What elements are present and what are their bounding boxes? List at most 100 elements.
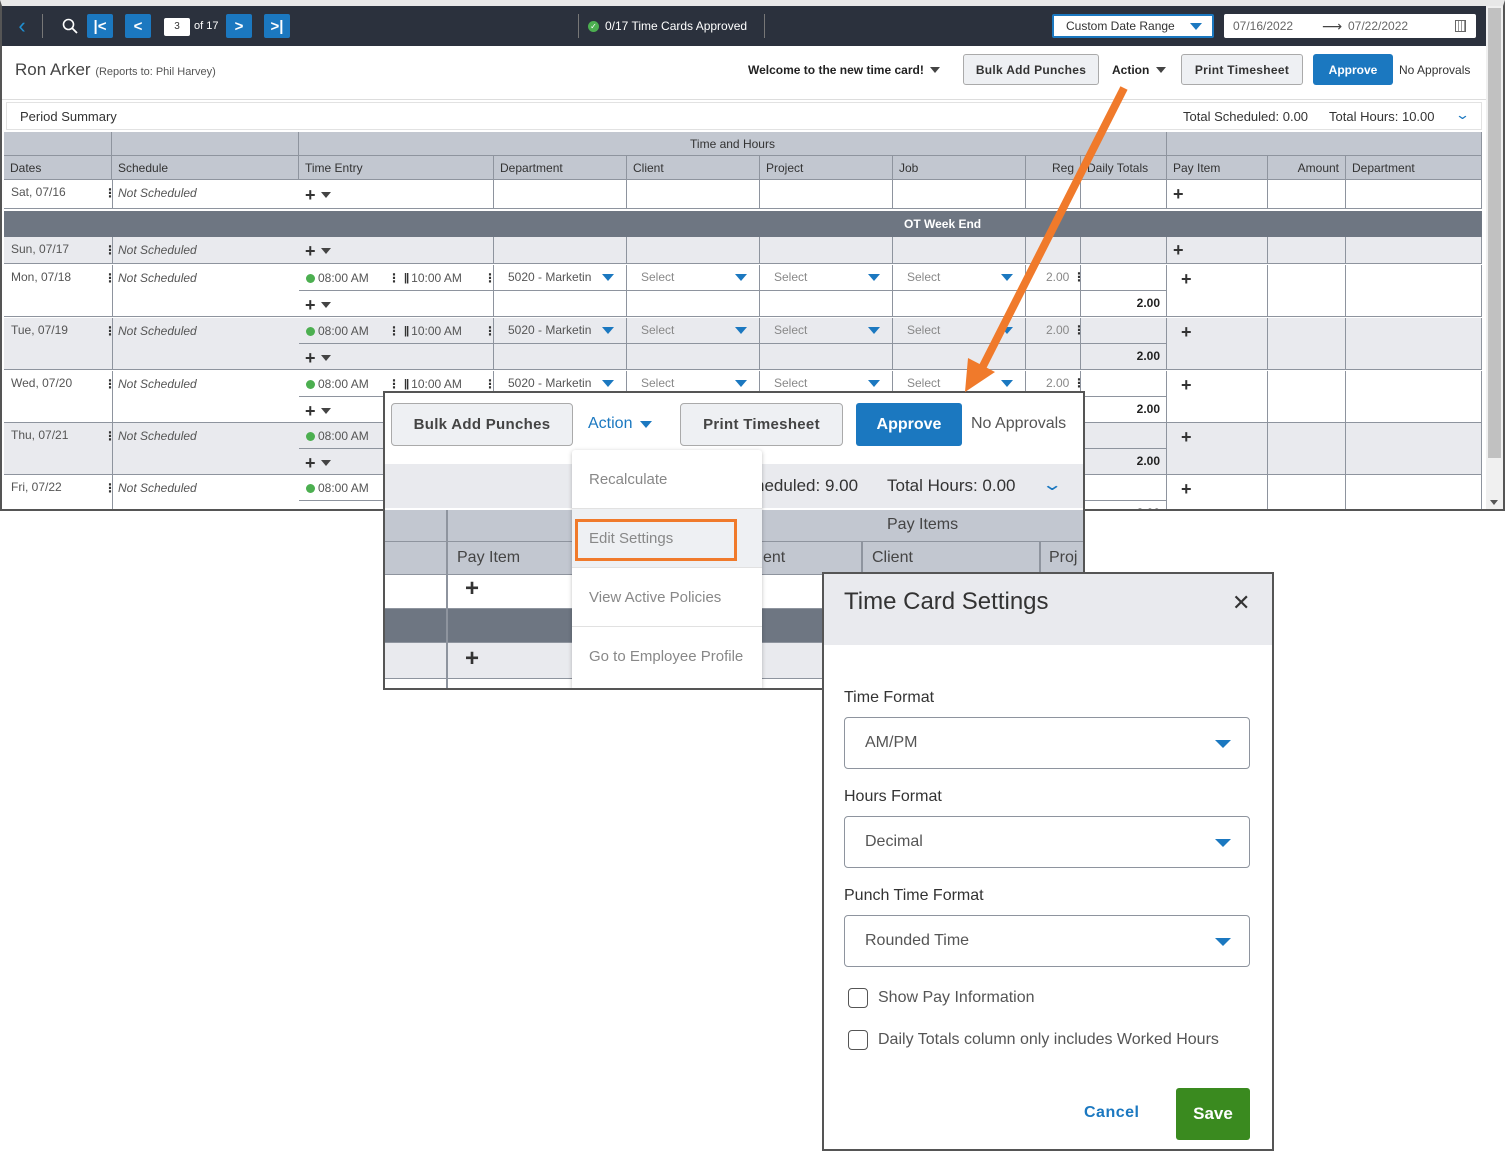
vertical-scrollbar[interactable] [1486,6,1503,509]
chevron-down-icon [1215,938,1231,946]
grid-group-header: Time and Hours [4,132,1482,156]
bulk-add-punches-button[interactable]: Bulk Add Punches [963,54,1099,85]
date-range-input[interactable]: 07/16/2022 ⟶ 07/22/2022 [1224,14,1476,38]
next-page-button[interactable]: > [226,14,252,38]
add-pay-item-button[interactable]: + [1181,376,1192,394]
client-select[interactable]: Select [641,376,674,390]
bulk-add-punches-button[interactable]: Bulk Add Punches [391,403,573,446]
department-select[interactable]: 5020 - Marketin [508,376,591,390]
reg-hours: 2.00 [1046,323,1070,337]
chevron-down-icon[interactable] [1001,327,1013,334]
add-pay-item-button[interactable]: + [1181,270,1192,288]
chevron-down-icon[interactable] [735,327,747,334]
table-row: Tue, 07/19 ⋮ Not Scheduled 08:00 AM ⋮ ||… [4,318,1482,370]
project-select[interactable]: Select [774,323,807,337]
col-reg[interactable]: Reg [1026,156,1081,179]
date-range-select[interactable]: Custom Date Range [1052,14,1214,38]
chevron-down-icon[interactable] [868,274,880,281]
department-select[interactable]: 5020 - Marketin [508,270,591,284]
chevron-down-icon[interactable] [602,274,614,281]
time-format-select[interactable]: AM/PM [844,717,1250,769]
hours-format-select[interactable]: Decimal [844,816,1250,868]
action-dropdown[interactable]: Action [1112,63,1167,77]
more-options-icon[interactable]: ⋮ [104,271,116,285]
add-pay-item-button[interactable]: + [1181,323,1192,341]
chevron-down-icon[interactable] [1001,274,1013,281]
col-daily-totals[interactable]: Daily Totals [1081,156,1167,179]
add-punch-button[interactable]: + [305,186,331,204]
add-pay-item-button[interactable]: + [465,575,479,603]
col-pay-department[interactable]: Department [1346,156,1482,179]
first-page-button[interactable]: |< [87,14,113,38]
more-options-icon[interactable]: ⋮ [1073,376,1080,390]
more-options-icon[interactable]: ⋮ [1073,270,1080,284]
chevron-down-icon[interactable] [868,327,880,334]
menu-item-employee-profile[interactable]: Go to Employee Profile [572,627,762,686]
prev-page-button[interactable]: < [125,14,151,38]
department-select[interactable]: 5020 - Marketin [508,323,591,337]
col-amount[interactable]: Amount [1268,156,1346,179]
more-options-icon[interactable]: ⋮ [104,481,116,495]
print-timesheet-button[interactable]: Print Timesheet [1181,54,1303,85]
checkbox[interactable] [848,988,868,1008]
checkbox[interactable] [848,1030,868,1050]
back-chevron-icon[interactable]: ‹ [10,13,34,38]
action-dropdown[interactable]: Action [588,415,653,433]
scrollbar-thumb[interactable] [1488,8,1501,458]
add-pay-item-button[interactable]: + [1181,428,1192,446]
client-select[interactable]: Select [641,323,674,337]
client-select[interactable]: Select [641,270,674,284]
add-pay-item-button[interactable]: + [1181,480,1192,498]
col-project[interactable]: Project [760,156,893,179]
col-client[interactable]: Client [627,156,760,179]
expand-chevron-icon[interactable]: ⌄ [1041,475,1062,495]
col-dates[interactable]: Dates [4,156,112,179]
close-icon[interactable]: ✕ [1232,590,1250,616]
chevron-down-icon[interactable] [602,380,614,387]
page-number-input[interactable]: 3 [164,18,190,36]
project-select[interactable]: Select [774,376,807,390]
scroll-down-icon[interactable] [1490,500,1498,505]
last-page-button[interactable]: >| [264,14,290,38]
job-select[interactable]: Select [907,376,940,390]
more-options-icon[interactable]: ⋮ [104,243,116,257]
col-job[interactable]: Job [893,156,1026,179]
welcome-dropdown[interactable]: Welcome to the new time card! [748,63,940,77]
daily-totals-worked-hours-checkbox[interactable]: Daily Totals column only includes Worked… [848,1030,1219,1050]
job-select[interactable]: Select [907,323,940,337]
chevron-down-icon[interactable] [1001,380,1013,387]
project-select[interactable]: Select [774,270,807,284]
col-pay-item[interactable]: Pay Item [1167,156,1268,179]
approve-button[interactable]: Approve [856,403,962,446]
period-summary-bar[interactable]: Period Summary Total Scheduled: 0.00 Tot… [6,102,1482,130]
more-options-icon[interactable]: ⋮ [104,186,116,200]
menu-item-recalculate[interactable]: Recalculate [572,450,762,509]
add-pay-item-button[interactable]: + [1173,185,1184,203]
add-punch-button[interactable]: + [305,242,331,260]
chevron-down-icon[interactable] [735,274,747,281]
welcome-text: Welcome to the new time card! [748,63,924,77]
more-options-icon[interactable]: ⋮ [104,429,116,443]
col-time-entry[interactable]: Time Entry [299,156,494,179]
add-pay-item-button[interactable]: + [465,645,479,673]
chevron-down-icon[interactable] [735,380,747,387]
show-pay-information-checkbox[interactable]: Show Pay Information [848,988,1035,1008]
job-select[interactable]: Select [907,270,940,284]
approve-button[interactable]: Approve [1313,54,1393,85]
save-button[interactable]: Save [1176,1088,1250,1140]
calendar-icon[interactable] [1455,20,1466,32]
print-timesheet-button[interactable]: Print Timesheet [680,403,843,446]
add-pay-item-button[interactable]: + [1173,241,1184,259]
more-options-icon[interactable]: ⋮ [104,324,116,338]
menu-item-view-active-policies[interactable]: View Active Policies [572,568,762,627]
chevron-down-icon[interactable] [602,327,614,334]
more-options-icon[interactable]: ⋮ [104,377,116,391]
more-options-icon[interactable]: ⋮ [1073,323,1080,337]
chevron-down-icon[interactable] [868,380,880,387]
punch-time-format-select[interactable]: Rounded Time [844,915,1250,967]
cancel-button[interactable]: Cancel [1084,1104,1139,1122]
search-icon[interactable] [58,14,82,38]
expand-chevron-icon[interactable]: ⌄ [1455,107,1470,123]
col-schedule[interactable]: Schedule [112,156,299,179]
col-department[interactable]: Department [494,156,627,179]
